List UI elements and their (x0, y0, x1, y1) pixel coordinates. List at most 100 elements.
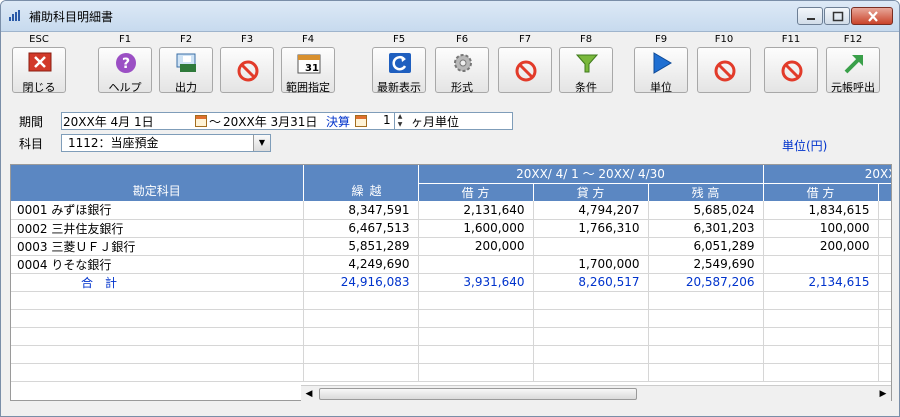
total-row[interactable]: 合 計 24,916,083 3,931,640 8,260,517 20,58… (11, 273, 891, 292)
row-kashi: 4,794,207 (533, 201, 649, 220)
row-kashi: 1,700,000 (533, 255, 649, 274)
help-icon: ? (116, 53, 136, 73)
months-unit-label: ヶ月単位 (411, 115, 460, 129)
table-row[interactable]: 0003 三菱ＵＦＪ銀行 5,851,289 200,000 6,051,289… (11, 237, 891, 256)
row-kari (418, 255, 534, 274)
f11-disabled-button[interactable]: F11 (761, 33, 821, 93)
f11-button-face[interactable] (764, 47, 818, 93)
f9-unit-button[interactable]: F9 単位 (631, 33, 691, 94)
kessan-label: 決算 (326, 115, 351, 129)
fkey-label: F9 (654, 34, 668, 45)
row-kari-2: 100,000 (763, 219, 879, 238)
ledger-table: 勘定科目 繰越 20XX/ 4/ 1 〜 20XX/ 4/30 20XX/ 借 … (11, 165, 891, 382)
minimize-icon (807, 18, 815, 20)
disabled-icon (781, 60, 803, 82)
fkey-label: F1 (118, 34, 132, 45)
total-kashi: 8,260,517 (533, 273, 649, 292)
gear-icon (454, 54, 472, 72)
close-window-button[interactable] (851, 7, 893, 25)
play-icon (653, 52, 672, 74)
header-kashikata: 貸 方 (533, 182, 649, 201)
maximize-button[interactable] (824, 7, 850, 25)
f5-button-face[interactable]: 最新表示 (372, 47, 426, 94)
f9-button-face[interactable]: 単位 (634, 47, 688, 94)
unit-label: 単位(円) (782, 139, 828, 153)
scroll-right-icon[interactable]: ▶ (875, 386, 891, 402)
fkey-label: F7 (518, 34, 532, 45)
minimize-button[interactable] (797, 7, 823, 25)
f12-ledger-button[interactable]: F12 元帳呼出 (823, 33, 883, 94)
fkey-label: F8 (579, 34, 593, 45)
svg-text:?: ? (122, 56, 130, 72)
f8-condition-button[interactable]: F8 条件 (556, 33, 616, 94)
f7-disabled-button[interactable]: F7 (495, 33, 555, 93)
esc-close-button[interactable]: ESC 閉じる (9, 33, 69, 94)
header-karikata: 借 方 (418, 182, 534, 201)
fkey-caption: 単位 (650, 81, 672, 94)
subject-value: 1112：当座預金 (68, 136, 159, 150)
row-kashi: 1,766,310 (533, 219, 649, 238)
f12-button-face[interactable]: 元帳呼出 (826, 47, 880, 94)
row-name: 0002 三井住友銀行 (11, 219, 304, 238)
row-filler (878, 201, 891, 220)
f6-button-face[interactable]: 形式 (435, 47, 489, 94)
scroll-thumb[interactable] (319, 388, 637, 400)
f1-help-button[interactable]: F1 ? ヘルプ (95, 33, 155, 94)
total-kurikoshi: 24,916,083 (303, 273, 419, 292)
row-kari: 2,131,640 (418, 201, 534, 220)
period-start-value[interactable]: 20XX年 4月 1日 (63, 113, 154, 130)
table-row[interactable]: 0001 みずほ銀行 8,347,591 2,131,640 4,794,207… (11, 201, 891, 220)
f10-disabled-button[interactable]: F10 (694, 33, 754, 93)
f5-refresh-button[interactable]: F5 最新表示 (369, 33, 429, 94)
refresh-icon (389, 53, 411, 73)
f7-button-face[interactable] (498, 47, 552, 93)
row-zan: 2,549,690 (648, 255, 764, 274)
fkey-label: F12 (843, 34, 863, 45)
row-filler (878, 255, 891, 274)
row-kari-2: 1,834,615 (763, 201, 879, 220)
f4-button-face[interactable]: 31 範囲指定 (281, 47, 335, 94)
row-zan: 6,051,289 (648, 237, 764, 256)
months-spinner[interactable]: ▲ ▼ (394, 113, 405, 129)
esc-button-face[interactable]: 閉じる (12, 47, 66, 94)
fkey-label: F5 (392, 34, 406, 45)
disabled-icon (714, 60, 736, 82)
f2-output-button[interactable]: F2 出力 (156, 33, 216, 94)
period-end-value[interactable]: 20XX年 3月31日 (223, 113, 317, 130)
months-value[interactable]: 1 (383, 113, 391, 127)
title-bar: 補助科目明細書 (1, 1, 899, 32)
table-row[interactable]: 0004 りそな銀行 4,249,690 1,700,000 2,549,690 (11, 255, 891, 274)
svg-text:31: 31 (305, 63, 319, 74)
header-period: 20XX/ 4/ 1 〜 20XX/ 4/30 (418, 165, 764, 183)
empty-row (11, 327, 891, 346)
calendar-icon[interactable] (355, 115, 367, 127)
arrow-up-right-icon (844, 55, 863, 74)
f6-format-button[interactable]: F6 形式 (432, 33, 492, 94)
fkey-label: F11 (781, 34, 801, 45)
subject-select[interactable]: 1112：当座預金 ▼ (61, 134, 271, 152)
f3-disabled-button[interactable]: F3 (217, 33, 277, 93)
f8-button-face[interactable]: 条件 (559, 47, 613, 94)
f3-button-face[interactable] (220, 47, 274, 93)
row-kari-2 (763, 255, 879, 274)
row-kurikoshi: 5,851,289 (303, 237, 419, 256)
function-key-toolbar: ESC 閉じる F1 ? ヘルプ F2 出力 F3 F4 31 範囲指定 F5 … (11, 33, 893, 97)
total-zan: 20,587,206 (648, 273, 764, 292)
f1-button-face[interactable]: ? ヘルプ (98, 47, 152, 94)
table-row[interactable]: 0002 三井住友銀行 6,467,513 1,600,000 1,766,31… (11, 219, 891, 238)
disabled-icon (237, 60, 259, 82)
f10-button-face[interactable] (697, 47, 751, 93)
filter-icon (575, 54, 599, 73)
fkey-caption: 出力 (175, 81, 197, 94)
f4-range-button[interactable]: F4 31 範囲指定 (278, 33, 338, 94)
scroll-left-icon[interactable]: ◀ (301, 386, 317, 402)
f2-button-face[interactable]: 出力 (159, 47, 213, 94)
row-zan: 6,301,203 (648, 219, 764, 238)
chevron-down-icon[interactable]: ▼ (253, 135, 270, 151)
total-kari-2: 2,134,615 (763, 273, 879, 292)
row-filler (878, 273, 891, 292)
empty-row (11, 291, 891, 310)
row-kari: 1,600,000 (418, 219, 534, 238)
horizontal-scrollbar[interactable]: ◀ ▶ (301, 385, 891, 402)
calendar-icon[interactable] (195, 115, 207, 127)
